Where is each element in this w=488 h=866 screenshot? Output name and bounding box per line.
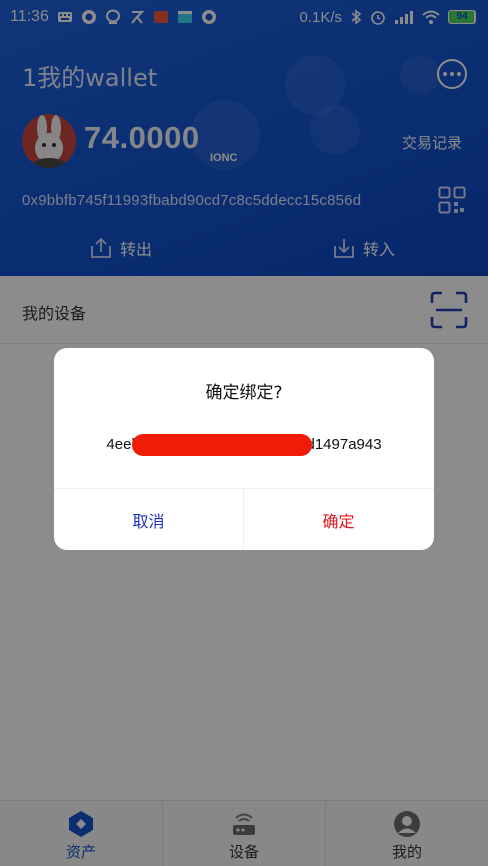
cancel-button[interactable]: 取消	[54, 489, 243, 550]
redaction-mark	[132, 434, 312, 456]
confirm-button[interactable]: 确定	[244, 489, 433, 550]
dialog-title: 确定绑定?	[205, 383, 283, 403]
confirm-bind-dialog: 确定绑定? 4eeb d1497a943 取消 确定	[54, 348, 434, 550]
